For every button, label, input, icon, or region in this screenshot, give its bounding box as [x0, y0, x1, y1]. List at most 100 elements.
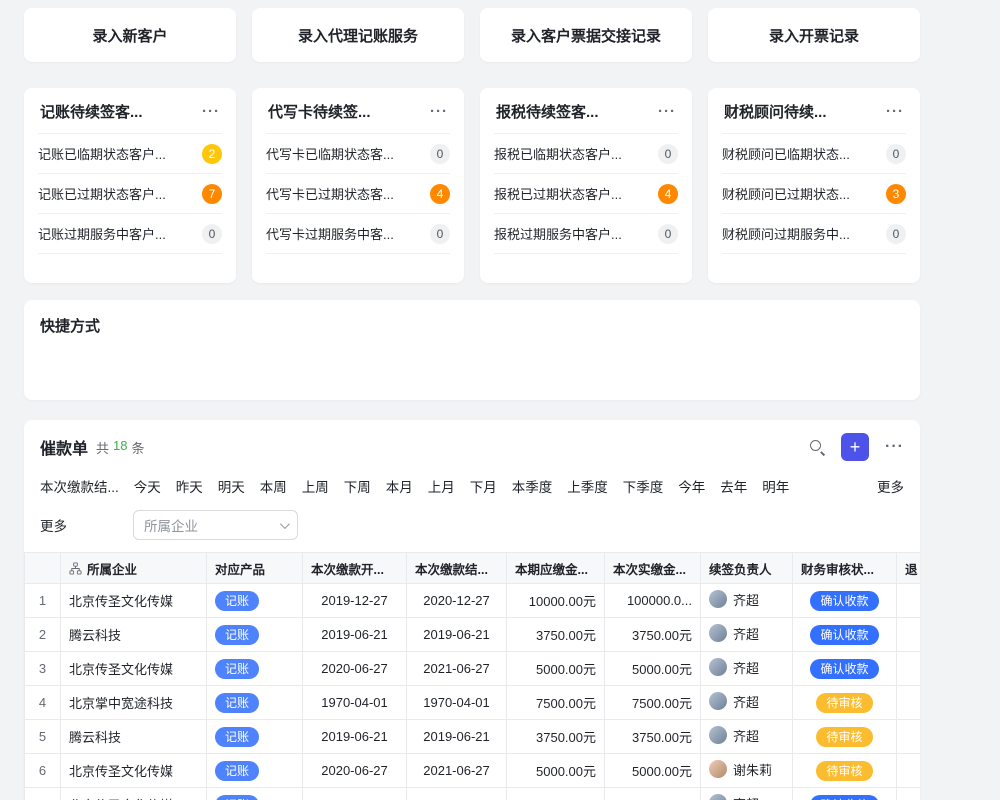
stat-item[interactable]: 记账过期服务中客户... 0: [38, 214, 222, 254]
audit-status-cell[interactable]: 确认收款: [793, 652, 897, 686]
product-cell[interactable]: 记账: [207, 652, 303, 686]
more-menu-icon[interactable]: ···: [658, 104, 676, 119]
company-select[interactable]: 所属企业: [133, 510, 298, 540]
payment-end-cell[interactable]: 2020-12-27: [407, 584, 507, 618]
amount-due-cell[interactable]: 3750.00元: [507, 618, 605, 652]
stat-item[interactable]: 记账已过期状态客户... 7: [38, 174, 222, 214]
refund-cell[interactable]: [897, 720, 921, 754]
more-menu-icon[interactable]: ···: [885, 438, 904, 456]
stat-item[interactable]: 记账已临期状态客户... 2: [38, 134, 222, 174]
product-cell[interactable]: 记账: [207, 584, 303, 618]
company-cell[interactable]: 腾云科技: [61, 720, 207, 754]
stat-item[interactable]: 报税已临期状态客户... 0: [494, 134, 678, 174]
amount-due-cell[interactable]: 5000.00元: [507, 652, 605, 686]
column-refund[interactable]: 退: [897, 553, 921, 584]
refund-cell[interactable]: [897, 686, 921, 720]
refund-cell[interactable]: [897, 754, 921, 788]
filter-last-quarter[interactable]: 上季度: [567, 476, 608, 496]
filter-field-label[interactable]: 本次缴款结...: [40, 476, 119, 496]
column-payment-start[interactable]: 本次缴款开...: [303, 553, 407, 584]
filter-next-quarter[interactable]: 下季度: [623, 476, 664, 496]
quick-entry-invoicing-record-button[interactable]: 录入开票记录: [708, 8, 920, 62]
owner-cell[interactable]: 齐超: [701, 788, 793, 800]
filter-last-week[interactable]: 上周: [302, 476, 329, 496]
amount-paid-cell[interactable]: 5000.00元: [605, 652, 701, 686]
column-renewal-owner[interactable]: 续签负责人: [701, 553, 793, 584]
quick-entry-bookkeeping-service-button[interactable]: 录入代理记账服务: [252, 8, 464, 62]
payment-start-cell[interactable]: 2019-12-27: [303, 788, 407, 800]
product-cell[interactable]: 记账: [207, 788, 303, 800]
stat-item[interactable]: 财税顾问已过期状态... 3: [722, 174, 906, 214]
table-row[interactable]: 6 北京传圣文化传媒 记账 2020-06-27 2021-06-27 5000…: [25, 754, 921, 788]
payment-end-cell[interactable]: 2019-06-21: [407, 720, 507, 754]
payment-start-cell[interactable]: 2020-06-27: [303, 754, 407, 788]
table-row[interactable]: 5 腾云科技 记账 2019-06-21 2019-06-21 3750.00元…: [25, 720, 921, 754]
more-menu-icon[interactable]: ···: [430, 104, 448, 119]
audit-status-cell[interactable]: 确认收款: [793, 788, 897, 800]
table-row[interactable]: 2 腾云科技 记账 2019-06-21 2019-06-21 3750.00元…: [25, 618, 921, 652]
audit-status-cell[interactable]: 确认收款: [793, 584, 897, 618]
stat-item[interactable]: 财税顾问已临期状态... 0: [722, 134, 906, 174]
refund-cell[interactable]: [897, 788, 921, 800]
filter-last-month[interactable]: 上月: [428, 476, 455, 496]
owner-cell[interactable]: 齐超: [701, 686, 793, 720]
amount-due-cell[interactable]: 3750.00元: [507, 720, 605, 754]
column-payment-end[interactable]: 本次缴款结...: [407, 553, 507, 584]
filter-more-link[interactable]: 更多: [877, 476, 904, 496]
stat-item[interactable]: 代写卡过期服务中客... 0: [266, 214, 450, 254]
filter-this-week[interactable]: 本周: [260, 476, 287, 496]
refund-cell[interactable]: [897, 584, 921, 618]
filter-yesterday[interactable]: 昨天: [176, 476, 203, 496]
product-cell[interactable]: 记账: [207, 686, 303, 720]
payment-start-cell[interactable]: 2019-12-27: [303, 584, 407, 618]
filter-tomorrow[interactable]: 明天: [218, 476, 245, 496]
column-amount-due[interactable]: 本期应缴金...: [507, 553, 605, 584]
amount-paid-cell[interactable]: 3750.00元: [605, 720, 701, 754]
payment-end-cell[interactable]: 2021-06-27: [407, 754, 507, 788]
add-record-button[interactable]: +: [841, 433, 869, 461]
product-cell[interactable]: 记账: [207, 720, 303, 754]
owner-cell[interactable]: 齐超: [701, 720, 793, 754]
product-cell[interactable]: 记账: [207, 618, 303, 652]
amount-paid-cell[interactable]: 7500.00元: [605, 686, 701, 720]
audit-status-cell[interactable]: 待审核: [793, 686, 897, 720]
amount-due-cell[interactable]: 10000.00元: [507, 788, 605, 800]
company-cell[interactable]: 北京传圣文化传媒: [61, 788, 207, 800]
stat-item[interactable]: 财税顾问过期服务中... 0: [722, 214, 906, 254]
column-amount-paid[interactable]: 本次实缴金...: [605, 553, 701, 584]
quick-entry-new-customer-button[interactable]: 录入新客户: [24, 8, 236, 62]
filter-next-week[interactable]: 下周: [344, 476, 371, 496]
refund-cell[interactable]: [897, 652, 921, 686]
amount-due-cell[interactable]: 10000.00元: [507, 584, 605, 618]
owner-cell[interactable]: 谢朱莉: [701, 754, 793, 788]
company-cell[interactable]: 北京传圣文化传媒: [61, 754, 207, 788]
owner-cell[interactable]: 齐超: [701, 584, 793, 618]
audit-status-cell[interactable]: 确认收款: [793, 618, 897, 652]
company-cell[interactable]: 北京传圣文化传媒: [61, 652, 207, 686]
amount-paid-cell[interactable]: 10000.00元: [605, 788, 701, 800]
filter-next-month[interactable]: 下月: [470, 476, 497, 496]
amount-due-cell[interactable]: 5000.00元: [507, 754, 605, 788]
more-menu-icon[interactable]: ···: [886, 104, 904, 119]
filter-next-year[interactable]: 明年: [762, 476, 789, 496]
filter-this-quarter[interactable]: 本季度: [512, 476, 553, 496]
amount-paid-cell[interactable]: 5000.00元: [605, 754, 701, 788]
table-row[interactable]: 3 北京传圣文化传媒 记账 2020-06-27 2021-06-27 5000…: [25, 652, 921, 686]
amount-paid-cell[interactable]: 3750.00元: [605, 618, 701, 652]
filter-this-year[interactable]: 今年: [678, 476, 705, 496]
filter-today[interactable]: 今天: [134, 476, 161, 496]
audit-status-cell[interactable]: 待审核: [793, 754, 897, 788]
payment-end-cell[interactable]: 2021-06-27: [407, 652, 507, 686]
company-cell[interactable]: 腾云科技: [61, 618, 207, 652]
more-filters-link[interactable]: 更多: [40, 515, 67, 535]
filter-last-year[interactable]: 去年: [720, 476, 747, 496]
column-company[interactable]: 所属企业: [61, 553, 207, 584]
column-audit-status[interactable]: 财务审核状...: [793, 553, 897, 584]
filter-this-month[interactable]: 本月: [386, 476, 413, 496]
payment-start-cell[interactable]: 2020-06-27: [303, 652, 407, 686]
company-cell[interactable]: 北京传圣文化传媒: [61, 584, 207, 618]
owner-cell[interactable]: 齐超: [701, 652, 793, 686]
owner-cell[interactable]: 齐超: [701, 618, 793, 652]
stat-item[interactable]: 代写卡已过期状态客... 4: [266, 174, 450, 214]
payment-end-cell[interactable]: 1970-04-01: [407, 686, 507, 720]
